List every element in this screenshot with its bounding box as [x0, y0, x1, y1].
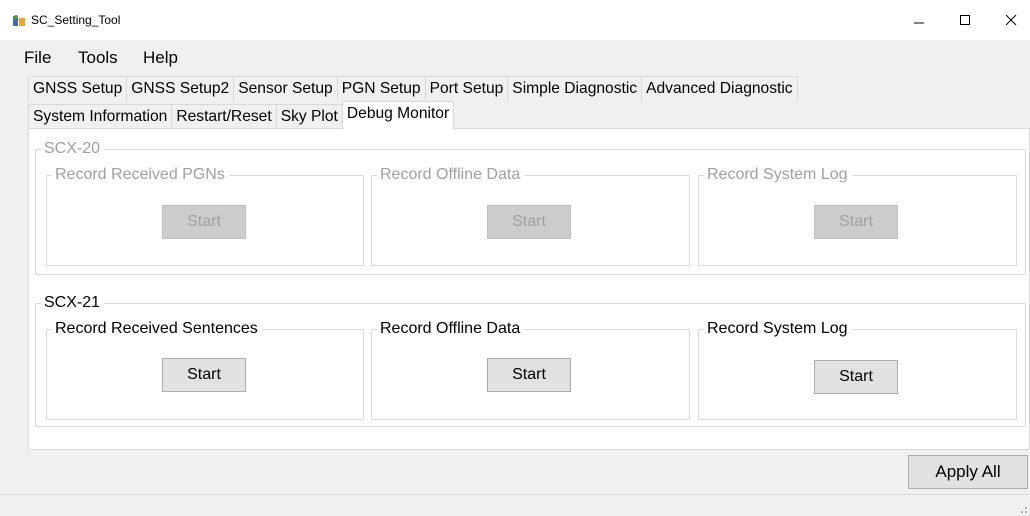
- scx21-system-log-start-button[interactable]: Start: [814, 360, 898, 394]
- tab-row-2: System Information Restart/Reset Sky Plo…: [28, 101, 455, 129]
- scx20-offline-data-label: Record Offline Data: [377, 165, 525, 185]
- scx20-offline-data-start-button[interactable]: Start: [487, 205, 571, 239]
- scx20-system-log-start-button[interactable]: Start: [814, 205, 898, 239]
- menu-help[interactable]: Help: [143, 48, 178, 68]
- menu-bar: File Tools Help: [8, 44, 1030, 70]
- maximize-icon: [960, 15, 970, 25]
- scx20-record-pgns-label: Record Received PGNs: [52, 165, 229, 185]
- maximize-button[interactable]: [942, 0, 988, 40]
- window-title: SC_Setting_Tool: [31, 13, 121, 27]
- scx21-received-sentences-group: Record Received Sentences Start: [46, 319, 364, 420]
- scx21-group: SCX-21 Record Received Sentences Start R…: [35, 293, 1026, 427]
- title-bar: SC_Setting_Tool: [0, 0, 1030, 40]
- minimize-icon: [914, 22, 924, 24]
- tab-sky-plot[interactable]: Sky Plot: [275, 104, 343, 129]
- tab-port-setup[interactable]: Port Setup: [424, 76, 509, 101]
- scx21-system-log-label: Record System Log: [704, 319, 852, 339]
- tab-gnss-setup[interactable]: GNSS Setup: [28, 76, 128, 101]
- scx20-system-log-label: Record System Log: [704, 165, 852, 185]
- status-bar: [0, 494, 1030, 516]
- resize-grip-icon[interactable]: [1018, 504, 1028, 514]
- scx21-offline-data-group: Record Offline Data Start: [371, 319, 690, 420]
- scx21-received-sentences-start-button[interactable]: Start: [162, 358, 246, 392]
- scx20-record-pgns-group: Record Received PGNs Start: [46, 165, 364, 266]
- app-logo-icon: [12, 14, 26, 28]
- close-button[interactable]: [988, 0, 1030, 40]
- tab-gnss-setup2[interactable]: GNSS Setup2: [126, 76, 235, 101]
- debug-monitor-panel: SCX-20 Record Received PGNs Start Record…: [28, 128, 1030, 450]
- tab-system-information[interactable]: System Information: [28, 104, 173, 129]
- tab-restart-reset[interactable]: Restart/Reset: [171, 104, 277, 129]
- tab-simple-diagnostic[interactable]: Simple Diagnostic: [507, 76, 643, 101]
- scx21-received-sentences-label: Record Received Sentences: [52, 319, 262, 339]
- scx20-group: SCX-20 Record Received PGNs Start Record…: [35, 139, 1026, 275]
- tab-row-1: GNSS Setup GNSS Setup2 Sensor Setup PGN …: [28, 76, 798, 101]
- tab-pgn-setup[interactable]: PGN Setup: [336, 76, 426, 101]
- minimize-button[interactable]: [896, 0, 942, 40]
- apply-all-button[interactable]: Apply All: [908, 455, 1028, 489]
- scx20-offline-data-group: Record Offline Data Start: [371, 165, 690, 266]
- scx21-offline-data-start-button[interactable]: Start: [487, 358, 571, 392]
- menu-tools[interactable]: Tools: [78, 48, 118, 68]
- scx20-label: SCX-20: [41, 139, 105, 159]
- scx20-record-pgns-start-button[interactable]: Start: [162, 205, 246, 239]
- scx21-offline-data-label: Record Offline Data: [377, 319, 525, 339]
- tab-advanced-diagnostic[interactable]: Advanced Diagnostic: [641, 76, 798, 101]
- tab-debug-monitor[interactable]: Debug Monitor: [341, 101, 455, 129]
- scx20-system-log-group: Record System Log Start: [698, 165, 1017, 266]
- close-icon: [1005, 14, 1017, 26]
- scx21-label: SCX-21: [41, 293, 105, 313]
- menu-file[interactable]: File: [24, 48, 51, 68]
- tab-sensor-setup[interactable]: Sensor Setup: [233, 76, 338, 101]
- scx21-system-log-group: Record System Log Start: [698, 319, 1017, 420]
